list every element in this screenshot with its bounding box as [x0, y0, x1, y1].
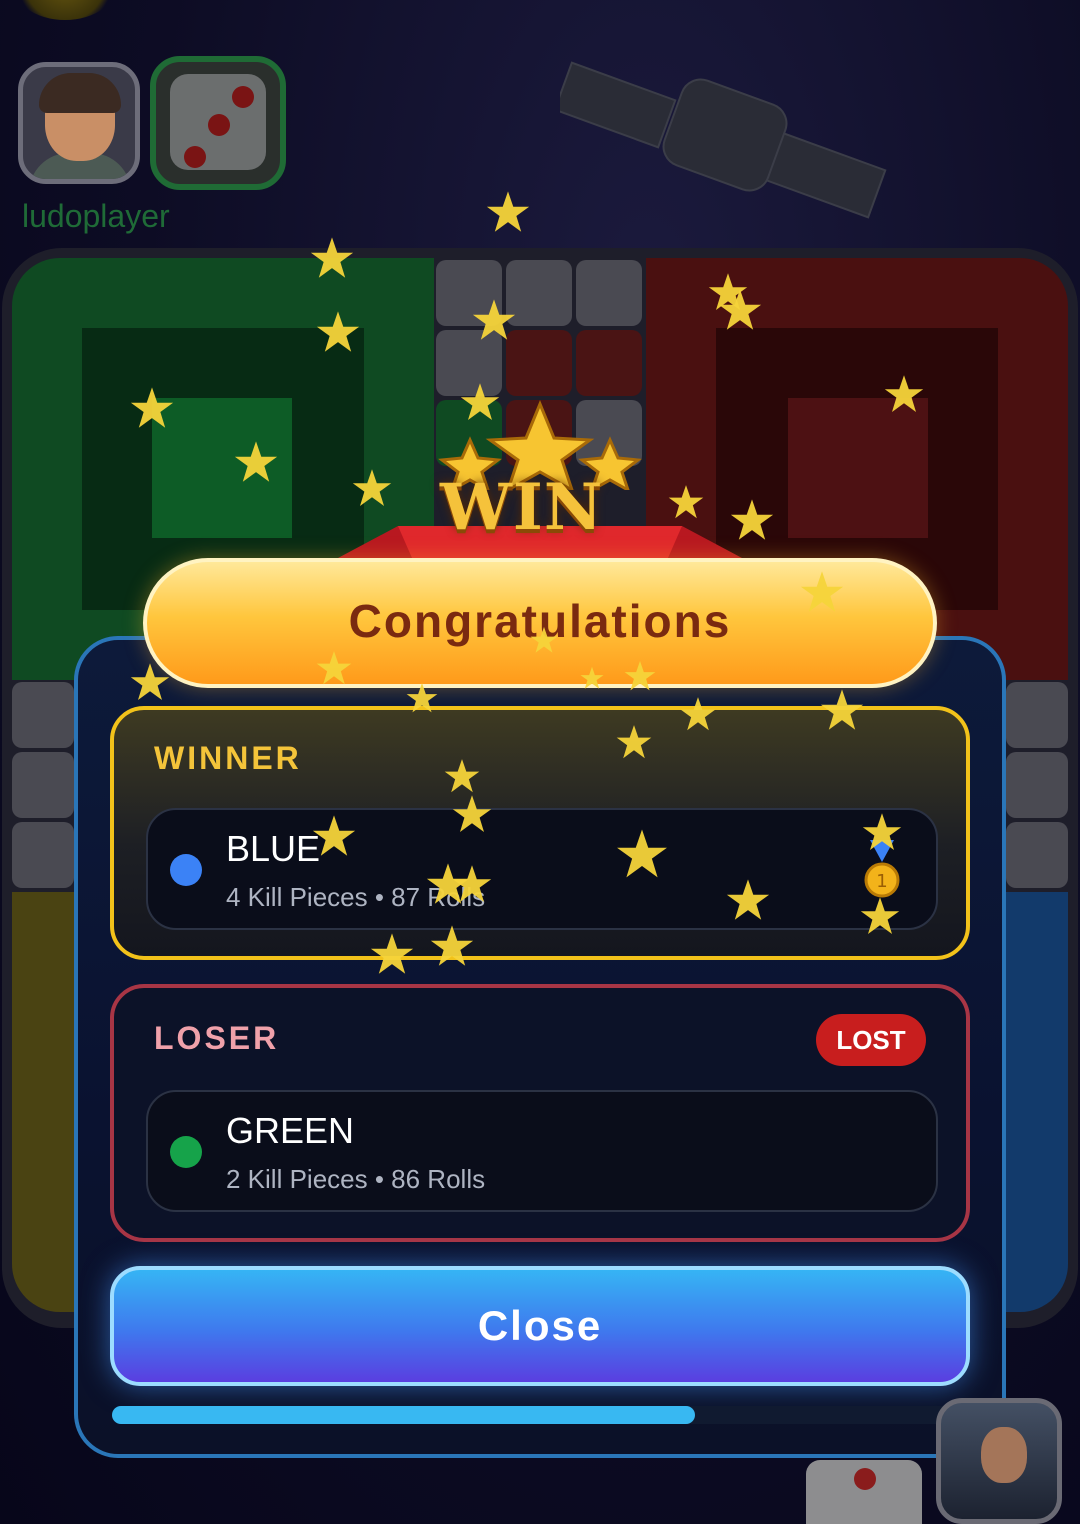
player-name: ludoplayer [22, 198, 170, 234]
board-cell [12, 752, 74, 818]
dice-icon [170, 74, 266, 170]
win-badge-text: WIN [440, 470, 604, 545]
gold-medal-icon: 1 [864, 840, 900, 898]
star-icon [486, 191, 530, 232]
lost-badge: LOST [816, 1014, 926, 1066]
board-cell [436, 260, 502, 326]
winner-label: WINNER [154, 740, 302, 776]
board-cell [506, 330, 572, 396]
green-home [152, 398, 292, 538]
loser-label: LOSER [154, 1020, 280, 1056]
winner-color-name: BLUE [226, 828, 321, 869]
board-cell [12, 682, 74, 748]
red-home [788, 398, 928, 538]
board-cell [436, 330, 502, 396]
progress-fill [112, 1406, 696, 1424]
winner-color-dot [170, 854, 202, 886]
winner-stats: 4 Kill Pieces • 87 Rolls [226, 882, 486, 912]
loser-stats: 2 Kill Pieces • 86 Rolls [226, 1164, 486, 1194]
player-avatar[interactable] [18, 62, 140, 184]
yellow-quadrant [12, 892, 74, 1312]
sun-decoration [10, 0, 120, 20]
opponent-avatar[interactable] [936, 1398, 1062, 1524]
blue-quadrant [1006, 892, 1068, 1312]
opponent-dice-icon[interactable] [806, 1460, 922, 1524]
board-cell [1006, 752, 1068, 818]
board-cell [576, 260, 642, 326]
satellite-decoration [560, 61, 887, 219]
board-cell [576, 330, 642, 396]
svg-text:1: 1 [876, 871, 887, 892]
winner-row: BLUE 4 Kill Pieces • 87 Rolls [146, 808, 938, 930]
loser-row: GREEN 2 Kill Pieces • 86 Rolls [146, 1090, 938, 1212]
board-cell [12, 822, 74, 888]
close-button[interactable]: Close [110, 1266, 970, 1386]
board-cell [506, 260, 572, 326]
dice-button[interactable] [150, 56, 286, 190]
board-cell [1006, 682, 1068, 748]
loser-color-dot [170, 1136, 202, 1168]
loser-color-name: GREEN [226, 1110, 355, 1151]
dialog-title: Congratulations [348, 595, 732, 647]
board-cell [1006, 822, 1068, 888]
auto-close-progress [112, 1406, 970, 1424]
